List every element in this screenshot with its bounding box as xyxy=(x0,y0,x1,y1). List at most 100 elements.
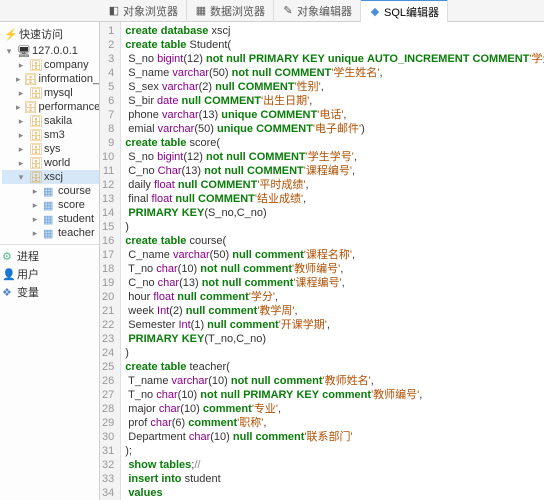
code-line[interactable]: week Int(2) null comment'教学周', xyxy=(125,304,544,318)
tree-table-course[interactable]: ▸▦course xyxy=(2,184,99,198)
code-line[interactable]: PRIMARY KEY(T_no,C_no) xyxy=(125,332,544,346)
tree-db-xscj[interactable]: ▾🗄xscj xyxy=(2,170,99,184)
code-line[interactable]: create table teacher( xyxy=(125,360,544,374)
line-number: 26 xyxy=(102,374,114,388)
code-line[interactable]: Semester Int(1) null comment'开课学期', xyxy=(125,318,544,332)
line-number: 33 xyxy=(102,472,114,486)
line-number: 12 xyxy=(102,178,114,192)
code-line[interactable]: C_no Char(13) not null COMMENT'课程编号', xyxy=(125,164,544,178)
code-line[interactable]: S_sex varchar(2) null COMMENT'性别', xyxy=(125,80,544,94)
tree-db-sakila[interactable]: ▸🗄sakila xyxy=(2,114,99,128)
code-area[interactable]: create database xscjcreate table Student… xyxy=(121,22,544,500)
database-icon: 🗄 xyxy=(29,115,41,127)
code-line[interactable]: S_no bigint(12) not null COMMENT'学生学号', xyxy=(125,150,544,164)
expand-icon[interactable]: ▸ xyxy=(16,130,26,141)
sidebar-processes[interactable]: ⚙进程 xyxy=(0,247,99,265)
table-icon: ▦ xyxy=(43,185,55,197)
code-line[interactable]: S_bir date null COMMENT'出生日期', xyxy=(125,94,544,108)
code-line[interactable]: C_no char(13) not null comment'课程编号', xyxy=(125,276,544,290)
db-tree: ▾🖥127.0.0.1 ▸🗄company▸🗄information_schem… xyxy=(0,44,99,240)
expand-icon[interactable]: ▸ xyxy=(16,60,26,71)
code-line[interactable]: create database xscj xyxy=(125,24,544,38)
line-number: 27 xyxy=(102,388,114,402)
tree-table-score[interactable]: ▸▦score xyxy=(2,198,99,212)
quick-access-header[interactable]: ⚡快速访问 xyxy=(0,24,99,44)
tree-table-teacher[interactable]: ▸▦teacher xyxy=(2,226,99,240)
line-number: 7 xyxy=(102,108,114,122)
code-line[interactable]: S_name varchar(50) not null COMMENT'学生姓名… xyxy=(125,66,544,80)
tree-table-student[interactable]: ▸▦student xyxy=(2,212,99,226)
expand-icon[interactable]: ▸ xyxy=(16,116,26,127)
code-line[interactable]: daily float null COMMENT'平时成绩', xyxy=(125,178,544,192)
sidebar-users[interactable]: 👤用户 xyxy=(0,265,99,283)
tree-db-company[interactable]: ▸🗄company xyxy=(2,58,99,72)
line-number: 25 xyxy=(102,360,114,374)
code-line[interactable]: insert into student xyxy=(125,472,544,486)
tree-db-sm3[interactable]: ▸🗄sm3 xyxy=(2,128,99,142)
cube-icon: ◧ xyxy=(108,5,120,17)
tree-host[interactable]: ▾🖥127.0.0.1 xyxy=(2,44,99,58)
database-icon: 🗄 xyxy=(29,129,41,141)
code-line[interactable]: create table Student( xyxy=(125,38,544,52)
database-icon: 🗄 xyxy=(24,101,36,113)
tree-db-sys[interactable]: ▸🗄sys xyxy=(2,142,99,156)
table-icon: ▦ xyxy=(43,227,55,239)
tree-db-mysql[interactable]: ▸🗄mysql xyxy=(2,86,99,100)
expand-icon[interactable]: ▸ xyxy=(30,214,40,225)
expand-icon[interactable]: ▸ xyxy=(16,102,21,113)
collapse-icon[interactable]: ▾ xyxy=(4,46,14,57)
expand-icon[interactable]: ▸ xyxy=(30,200,40,211)
code-line[interactable]: Department char(10) null comment'联系部门' xyxy=(125,430,544,444)
code-line[interactable]: T_name varchar(10) not null comment'教师姓名… xyxy=(125,374,544,388)
expand-icon[interactable]: ▸ xyxy=(16,74,21,85)
code-line[interactable]: values xyxy=(125,486,544,500)
line-gutter: 1234567891011121314151617181920212223242… xyxy=(100,22,121,500)
tab-object-browser[interactable]: ◧对象浏览器 xyxy=(100,0,187,22)
line-number: 31 xyxy=(102,444,114,458)
line-number: 2 xyxy=(102,38,114,52)
code-line[interactable]: create table course( xyxy=(125,234,544,248)
line-number: 34 xyxy=(102,486,114,500)
code-line[interactable]: hour float null comment'学分', xyxy=(125,290,544,304)
tree-db-information_schema[interactable]: ▸🗄information_schema xyxy=(2,72,99,86)
expand-icon[interactable]: ▸ xyxy=(30,186,40,197)
line-number: 14 xyxy=(102,206,114,220)
code-line[interactable]: S_no bigint(12) not null PRIMARY KEY uni… xyxy=(125,52,544,66)
sidebar-bottom: ⚙进程 👤用户 ❖变量 xyxy=(0,244,99,301)
tab-data-browser[interactable]: ▦数据浏览器 xyxy=(187,0,274,22)
line-number: 21 xyxy=(102,304,114,318)
database-icon: 🗄 xyxy=(24,73,36,85)
code-line[interactable]: major char(10) comment'专业', xyxy=(125,402,544,416)
user-icon: 👤 xyxy=(2,268,14,280)
code-line[interactable]: T_no char(10) not null comment'教师编号', xyxy=(125,262,544,276)
collapse-icon[interactable]: ▾ xyxy=(16,172,26,183)
code-line[interactable]: final float null COMMENT'结业成绩', xyxy=(125,192,544,206)
code-line[interactable]: ) xyxy=(125,220,544,234)
code-line[interactable]: phone varchar(13) unique COMMENT'电话', xyxy=(125,108,544,122)
grid-icon: ▦ xyxy=(195,5,207,17)
line-number: 17 xyxy=(102,248,114,262)
tree-db-world[interactable]: ▸🗄world xyxy=(2,156,99,170)
expand-icon[interactable]: ▸ xyxy=(16,158,26,169)
code-line[interactable]: show tables;// xyxy=(125,458,544,472)
tab-object-editor[interactable]: ✎对象编辑器 xyxy=(274,0,361,22)
sql-editor[interactable]: 1234567891011121314151617181920212223242… xyxy=(100,22,544,500)
line-number: 15 xyxy=(102,220,114,234)
expand-icon[interactable]: ▸ xyxy=(16,144,26,155)
sidebar-variables[interactable]: ❖变量 xyxy=(0,283,99,301)
expand-icon[interactable]: ▸ xyxy=(16,88,26,99)
code-line[interactable]: PRIMARY KEY(S_no,C_no) xyxy=(125,206,544,220)
tree-db-performance_schema[interactable]: ▸🗄performance_schema xyxy=(2,100,99,114)
code-line[interactable]: T_no char(10) not null PRIMARY KEY comme… xyxy=(125,388,544,402)
expand-icon[interactable]: ▸ xyxy=(30,228,40,239)
main-area: ⚡快速访问 ▾🖥127.0.0.1 ▸🗄company▸🗄information… xyxy=(0,22,544,500)
code-line[interactable]: C_name varchar(50) null comment'课程名称', xyxy=(125,248,544,262)
tab-sql-editor[interactable]: ◆SQL编辑器 xyxy=(361,0,448,23)
line-number: 20 xyxy=(102,290,114,304)
code-line[interactable]: ); xyxy=(125,444,544,458)
code-line[interactable]: prof char(6) comment'职称', xyxy=(125,416,544,430)
code-line[interactable]: ) xyxy=(125,346,544,360)
code-line[interactable]: emial varchar(50) unique COMMENT'电子邮件') xyxy=(125,122,544,136)
code-line[interactable]: create table score( xyxy=(125,136,544,150)
line-number: 32 xyxy=(102,458,114,472)
